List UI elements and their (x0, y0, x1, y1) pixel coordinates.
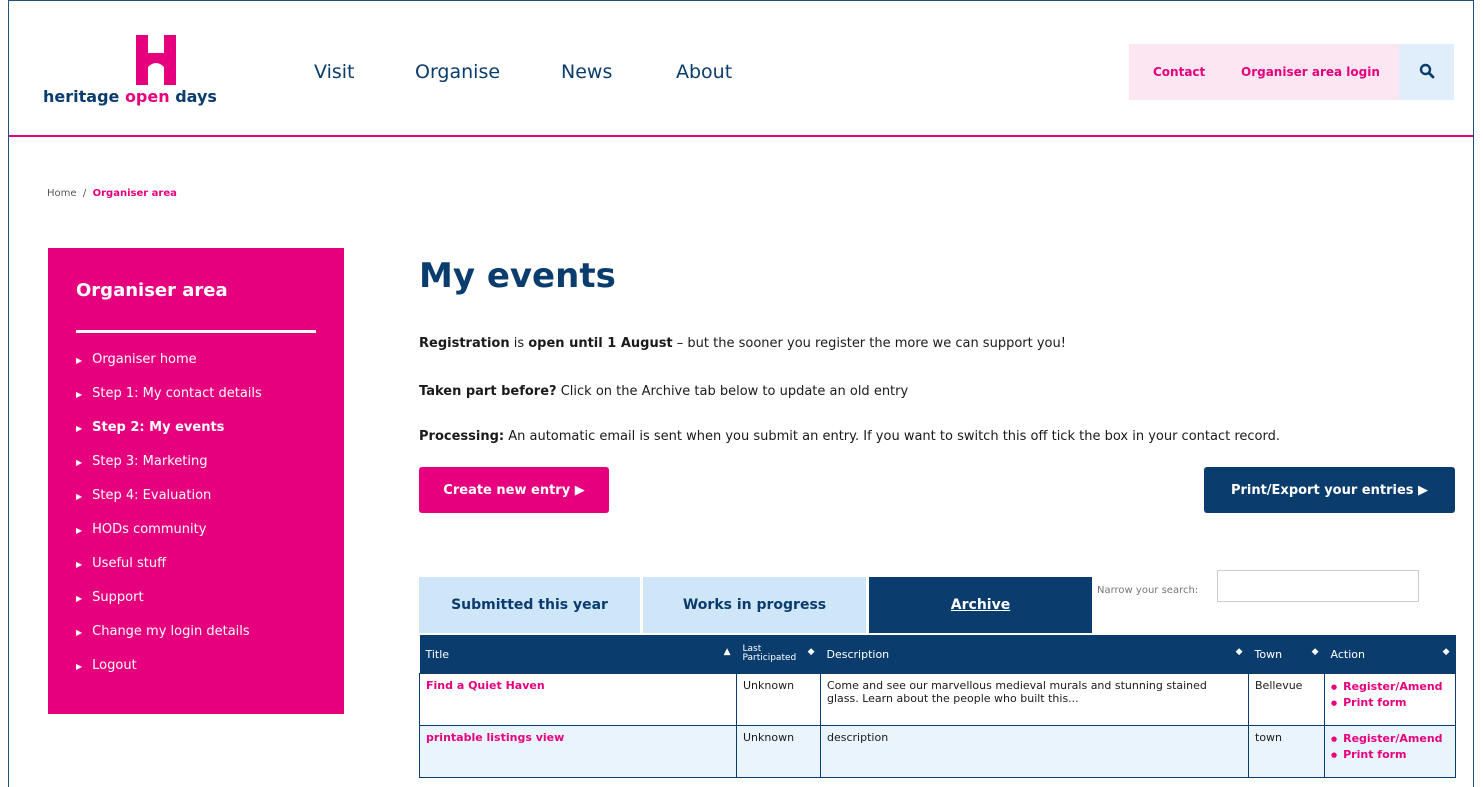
cell-action: Register/Amend Print form (1324, 673, 1456, 726)
table-row: Find a Quiet Haven Unknown Come and see … (419, 673, 1456, 726)
sidebar-title: Organiser area (76, 280, 228, 301)
register-amend-link[interactable]: Register/Amend (1331, 731, 1449, 747)
sidebar-item-marketing[interactable]: ▶ Step 3: Marketing (76, 454, 262, 488)
triangle-right-icon: ▶ (76, 526, 83, 535)
col-header-action[interactable]: Action ◆ (1324, 635, 1456, 674)
h-logo-icon (136, 35, 176, 85)
sidebar-item-support[interactable]: ▶ Support (76, 590, 262, 624)
cell-last-participated: Unknown (736, 725, 821, 778)
print-form-link[interactable]: Print form (1331, 747, 1449, 763)
triangle-right-icon: ▶ (76, 356, 83, 365)
cell-description: Come and see our marvellous medieval mur… (820, 673, 1249, 726)
sidebar-item-hods-community[interactable]: ▶ HODs community (76, 522, 262, 556)
triangle-right-icon: ▶ (76, 458, 83, 467)
taken-part-notice: Taken part before? Click on the Archive … (419, 384, 909, 399)
tab-archive[interactable]: Archive (869, 577, 1092, 633)
page-frame: heritage open days Visit Organise News A… (8, 0, 1474, 787)
logo-text: heritage open days (43, 87, 217, 106)
narrow-search-label: Narrow your search: (1097, 585, 1199, 596)
sort-icon: ◆ (1311, 647, 1319, 657)
utility-links: Contact Organiser area login (1129, 44, 1407, 100)
nav-organise[interactable]: Organise (415, 61, 500, 83)
col-header-title[interactable]: Title ▲ (419, 635, 737, 674)
triangle-right-icon: ▶ (76, 424, 83, 433)
nav-about[interactable]: About (676, 61, 732, 83)
triangle-right-icon: ▶ (76, 628, 83, 637)
table-row: printable listings view Unknown descript… (419, 725, 1456, 778)
tab-submitted-this-year[interactable]: Submitted this year (419, 577, 640, 633)
sort-asc-icon: ▲ (723, 647, 731, 657)
triangle-right-icon: ▶ (76, 560, 83, 569)
sidebar: Organiser area ▶ Organiser home ▶ Step 1: … (48, 248, 344, 714)
site-logo[interactable]: heritage open days (43, 35, 233, 106)
search-button[interactable] (1399, 44, 1454, 100)
event-title-link[interactable]: Find a Quiet Haven (419, 673, 737, 726)
narrow-search-input[interactable] (1217, 570, 1419, 602)
triangle-right-icon: ▶ (76, 662, 83, 671)
processing-notice: Processing: An automatic email is sent w… (419, 429, 1280, 444)
nav-news[interactable]: News (561, 61, 612, 83)
sort-icon: ◆ (1235, 647, 1243, 657)
tab-works-in-progress[interactable]: Works in progress (643, 577, 866, 633)
cell-town: Bellevue (1248, 673, 1325, 726)
triangle-right-icon: ▶ (76, 594, 83, 603)
print-form-link[interactable]: Print form (1331, 695, 1449, 711)
sidebar-divider (76, 330, 316, 333)
contact-link[interactable]: Contact (1153, 65, 1205, 79)
search-icon (1419, 63, 1435, 79)
sort-icon: ◆ (807, 647, 815, 657)
organiser-login-link[interactable]: Organiser area login (1241, 65, 1380, 79)
sidebar-item-my-events[interactable]: ▶ Step 2: My events (76, 420, 262, 454)
table-header-row: Title ▲ Last Participated ◆ Description ◆ To… (419, 635, 1456, 674)
site-header: heritage open days Visit Organise News A… (9, 1, 1473, 137)
sidebar-item-organiser-home[interactable]: ▶ Organiser home (76, 352, 262, 386)
col-header-description[interactable]: Description ◆ (820, 635, 1249, 674)
sidebar-item-logout[interactable]: ▶ Logout (76, 658, 262, 692)
sort-icon: ◆ (1442, 647, 1450, 657)
col-header-town[interactable]: Town ◆ (1248, 635, 1325, 674)
sidebar-item-contact-details[interactable]: ▶ Step 1: My contact details (76, 386, 262, 420)
col-header-last-participated[interactable]: Last Participated ◆ (736, 635, 821, 674)
cell-action: Register/Amend Print form (1324, 725, 1456, 778)
events-table: Title ▲ Last Participated ◆ Description ◆ To… (419, 635, 1456, 778)
register-amend-link[interactable]: Register/Amend (1331, 679, 1449, 695)
cell-description: description (820, 725, 1249, 778)
sidebar-item-change-login[interactable]: ▶ Change my login details (76, 624, 262, 658)
triangle-right-icon: ▶ (76, 390, 83, 399)
breadcrumb: Home / Organiser area (47, 188, 177, 199)
breadcrumb-home[interactable]: Home (47, 188, 77, 199)
cell-last-participated: Unknown (736, 673, 821, 726)
event-title-link[interactable]: printable listings view (419, 725, 737, 778)
triangle-right-icon: ▶ (76, 492, 83, 501)
page-title: My events (419, 256, 616, 296)
sidebar-item-evaluation[interactable]: ▶ Step 4: Evaluation (76, 488, 262, 522)
cell-town: town (1248, 725, 1325, 778)
print-export-button[interactable]: Print/Export your entries ▶ (1204, 467, 1455, 513)
registration-notice: Registration is open until 1 August – bu… (419, 336, 1066, 351)
breadcrumb-current: Organiser area (92, 188, 177, 199)
sidebar-item-useful-stuff[interactable]: ▶ Useful stuff (76, 556, 262, 590)
nav-visit[interactable]: Visit (314, 61, 355, 83)
create-new-entry-button[interactable]: Create new entry ▶ (419, 467, 609, 513)
